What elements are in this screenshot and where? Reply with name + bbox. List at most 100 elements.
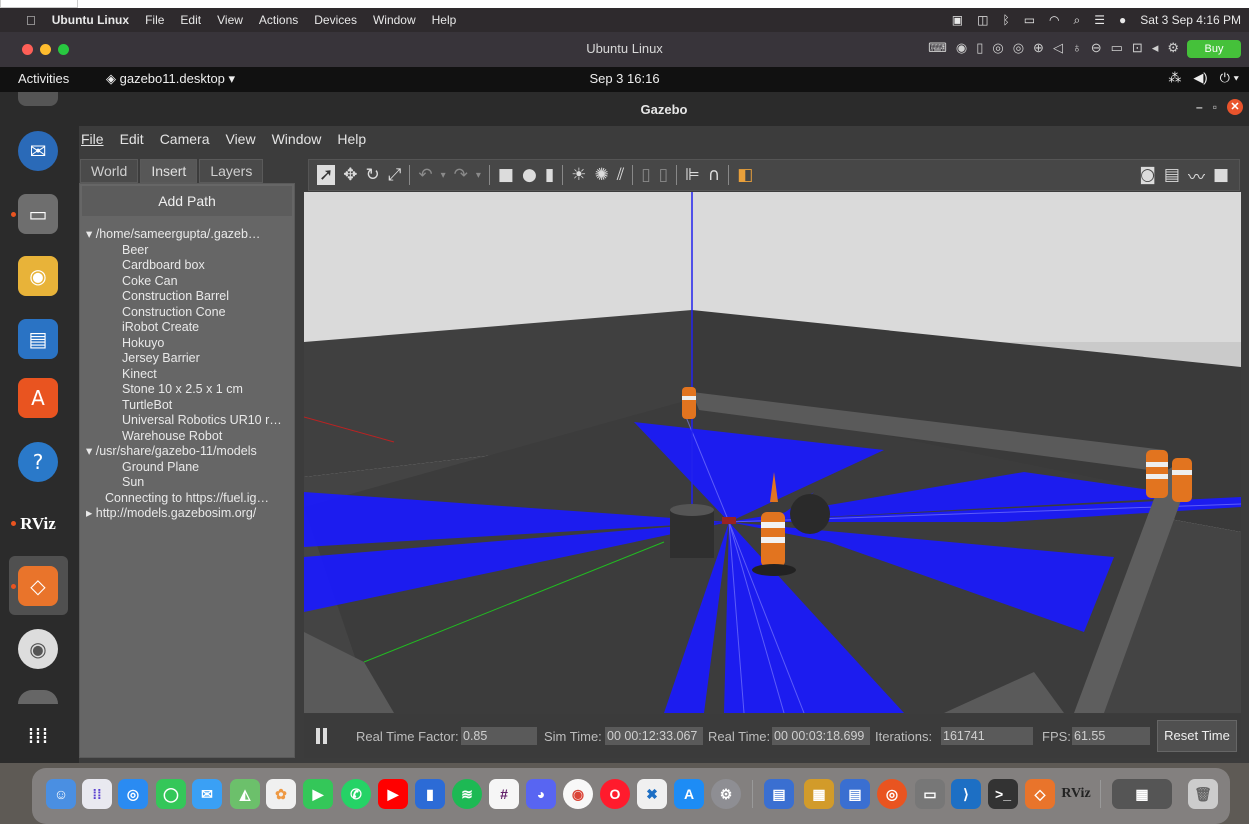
sphere-shape-icon[interactable]: ● [522,165,537,185]
menu-help[interactable]: Help [432,13,457,27]
video-record-icon[interactable]: ■ [1213,165,1229,185]
close-window-icon[interactable] [22,44,33,55]
wifi-icon[interactable]: ◠ [1049,13,1059,27]
printer-icon[interactable]: ⊖ [1091,40,1102,56]
menu-file[interactable]: File [81,131,104,147]
writer-icon[interactable]: ▤ [18,319,58,359]
vscode-alt-icon[interactable]: ✖ [637,779,667,809]
menu-app-name[interactable]: Ubuntu Linux [52,13,129,27]
finder-icon[interactable]: ☺ [46,779,76,809]
mac-datetime[interactable]: Sat 3 Sep 4:16 PM [1140,13,1241,27]
ubuntu-icon[interactable]: ◎ [877,779,907,809]
keyboard-icon[interactable]: ⌨ [928,40,947,56]
display-icon[interactable]: ▣ [952,13,963,27]
list-item[interactable]: Stone 10 x 2.5 x 1 cm [86,382,292,398]
menu-actions[interactable]: Actions [259,13,298,27]
list-item[interactable]: Hokuyo [86,336,292,352]
tree-folder-local[interactable]: ▾ /home/sameergupta/.gazeb… [86,227,292,243]
change-view-icon[interactable]: ◧ [737,165,753,185]
tree-folder-share[interactable]: ▾ /usr/share/gazebo-11/models [86,444,292,460]
directional-light-icon[interactable]: ⫽ [617,165,625,185]
list-item[interactable]: TurtleBot [86,398,292,414]
youtube-icon[interactable]: ▶ [378,779,408,809]
network-icon[interactable]: ⊕ [1033,40,1044,56]
facetime-icon[interactable]: ▶ [303,779,333,809]
list-item[interactable]: Ground Plane [86,460,292,476]
apple-icon[interactable]:  [26,13,36,28]
list-item[interactable]: Coke Can [86,274,292,290]
siri-icon[interactable]: ● [1119,13,1126,27]
list-item[interactable]: Construction Cone [86,305,292,321]
menu-edit[interactable]: Edit [120,131,144,147]
show-apps-icon[interactable]: ⁞⁞⁞ [18,716,58,756]
align-icon[interactable]: ⊫ [685,165,700,185]
rviz-dock-icon[interactable]: RViz [1061,779,1091,809]
paste-icon[interactable]: ▯ [659,165,668,185]
dock-partial-app-icon[interactable] [18,92,58,106]
cpu-icon[interactable]: ◉ [956,40,967,56]
vm-window-2-icon[interactable]: ▤ [840,779,870,809]
opera-icon[interactable]: O [600,779,630,809]
list-item[interactable]: Jersey Barrier [86,351,292,367]
disc-icon[interactable]: ◎ [1013,40,1024,56]
maps-icon[interactable]: ◭ [230,779,260,809]
close-icon[interactable]: ✕ [1227,99,1243,115]
messages-icon[interactable]: ◯ [156,779,186,809]
screenshot-icon[interactable]: ◙ [1139,165,1156,185]
list-item[interactable]: Warehouse Robot [86,429,292,445]
point-light-icon[interactable]: ☀ [571,165,586,185]
launchpad-icon[interactable]: ⁞⁞ [82,779,112,809]
chrome-icon[interactable]: ◉ [563,779,593,809]
fullscreen-icon[interactable]: ⊡ [1132,40,1143,56]
sidebar-icon[interactable]: ◫ [977,13,988,27]
menu-camera[interactable]: Camera [160,131,210,147]
list-item[interactable]: Sun [86,475,292,491]
undo-icon[interactable]: ↶ [418,165,432,185]
maximize-window-icon[interactable] [58,44,69,55]
undo-dropdown-icon[interactable]: ▾ [441,170,446,181]
tree-folder-remote[interactable]: ▸ http://models.gazebosim.org/ [86,506,292,522]
cylinder-shape-icon[interactable]: ▮ [545,165,554,185]
tab-insert[interactable]: Insert [140,159,198,183]
vm-window-icon[interactable]: ▤ [764,779,794,809]
minimize-window-icon[interactable] [40,44,51,55]
system-tray[interactable]: ⁂ ◀) ⏻ ▾ [1168,70,1239,86]
trash-partial-icon[interactable] [18,690,58,704]
ubuntu-clock[interactable]: Sep 3 16:16 [0,71,1249,86]
usb-icon[interactable]: ▯ [976,40,983,56]
thunderbird-icon[interactable]: ✉ [18,131,58,171]
list-item[interactable]: Cardboard box [86,258,292,274]
buy-button[interactable]: Buy [1187,40,1241,58]
trash-icon[interactable]: 🗑 [1188,779,1218,809]
list-item[interactable]: Beer [86,243,292,259]
software-center-icon[interactable]: A [18,378,58,418]
copy-icon[interactable]: ▯ [641,165,650,185]
gazebo-dock-icon[interactable]: ◇ [1025,779,1055,809]
mic-icon[interactable]: ♁ [1072,40,1082,56]
help-icon[interactable]: ? [18,442,58,482]
sound-icon[interactable]: ◁ [1053,40,1063,56]
restore-icon[interactable]: ▫ [1213,100,1217,114]
vscode-icon[interactable]: ⟩ [951,779,981,809]
menu-view[interactable]: View [225,131,255,147]
safari-icon[interactable]: ◎ [118,779,148,809]
reset-time-button[interactable]: Reset Time [1157,720,1237,752]
snap-icon[interactable]: ∩ [708,165,720,185]
dvd-icon[interactable]: ◉ [18,629,58,669]
rviz-icon[interactable]: RViz [18,504,58,544]
battery-icon[interactable]: ▭ [1024,13,1035,27]
menu-devices[interactable]: Devices [314,13,357,27]
spotlight-icon[interactable]: ⌕ [1074,13,1081,28]
list-item[interactable]: Kinect [86,367,292,383]
bluetooth-icon[interactable]: ᛒ [1002,13,1009,27]
redo-dropdown-icon[interactable]: ▾ [476,170,481,181]
spotify-icon[interactable]: ≋ [452,779,482,809]
whatsapp-icon[interactable]: ✆ [341,779,371,809]
tab-world[interactable]: World [80,159,139,183]
photos-icon[interactable]: ✿ [266,779,296,809]
select-mode-icon[interactable]: ➚ [317,165,336,185]
files-icon[interactable]: ▭ [18,194,58,234]
spot-light-icon[interactable]: ✺ [594,165,608,185]
terminal-icon[interactable]: >_ [988,779,1018,809]
camera-icon[interactable]: ◎ [992,40,1003,56]
